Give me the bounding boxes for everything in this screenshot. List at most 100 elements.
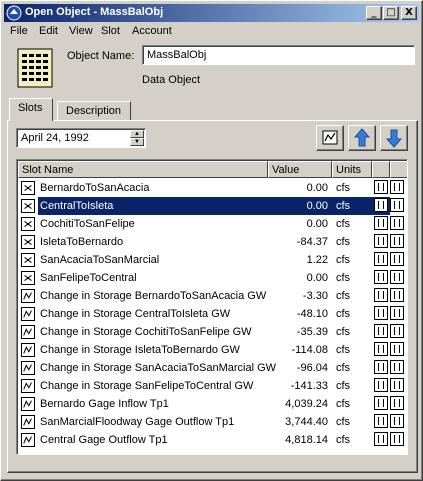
row-action-buttons	[374, 414, 407, 430]
row-open-icon[interactable]	[374, 180, 388, 194]
column-header-blank-1	[372, 161, 390, 178]
table-row[interactable]: CochitiToSanFelipe 0.00 cfs	[18, 215, 404, 233]
slot-units: cfs	[336, 398, 351, 410]
graph-slot-icon	[21, 415, 35, 429]
row-config-icon[interactable]	[390, 378, 404, 392]
column-header-slot-name[interactable]: Slot Name	[18, 161, 268, 178]
slot-units: cfs	[336, 380, 351, 392]
slot-value: -114.08	[291, 344, 329, 356]
menu-bar: File Edit View Slot Account	[4, 23, 419, 41]
slot-name: Change in Storage CochitiToSanFelipe GW	[40, 326, 252, 338]
row-open-icon[interactable]	[374, 216, 388, 230]
table-row[interactable]: SanFelipeToCentral 0.00 cfs	[18, 269, 404, 287]
row-open-icon[interactable]	[374, 378, 388, 392]
row-action-buttons	[374, 432, 407, 448]
row-open-icon[interactable]	[374, 324, 388, 338]
slot-value: 1.22	[306, 254, 328, 266]
row-config-icon[interactable]	[390, 234, 404, 248]
open-object-window: Open Object - MassBalObj _ □ X File Edit…	[0, 0, 423, 481]
date-picker[interactable]: April 24, 1992 ▲ ▼	[16, 128, 146, 148]
table-row[interactable]: Change in Storage BernardoToSanAcacia GW…	[18, 287, 404, 305]
slot-units: cfs	[336, 182, 351, 194]
slot-value: -3.30	[302, 290, 328, 302]
row-open-icon[interactable]	[374, 432, 388, 446]
slot-units: cfs	[336, 272, 351, 284]
row-open-icon[interactable]	[374, 360, 388, 374]
slot-value: -48.10	[296, 308, 328, 320]
object-name-input[interactable]: MassBalObj	[142, 45, 415, 65]
row-action-buttons	[374, 198, 407, 214]
row-config-icon[interactable]	[390, 306, 404, 320]
row-open-icon[interactable]	[374, 414, 388, 428]
table-row[interactable]: Change in Storage IsletaToBernardo GW -11…	[18, 341, 404, 359]
menu-slot[interactable]: Slot	[101, 25, 120, 37]
table-header: Slot Name Value Units	[18, 161, 407, 178]
slot-name: Change in Storage SanFelipeToCentral GW	[40, 380, 254, 392]
row-config-icon[interactable]	[390, 198, 404, 212]
row-open-icon[interactable]	[374, 396, 388, 410]
table-row[interactable]: Central Gage Outflow Tp1 4,818.14 cfs	[18, 431, 404, 449]
row-open-icon[interactable]	[374, 270, 388, 284]
table-row[interactable]: Bernardo Gage Inflow Tp1 4,039.24 cfs	[18, 395, 404, 413]
menu-edit[interactable]: Edit	[39, 25, 58, 37]
move-up-button[interactable]	[348, 125, 376, 151]
series-slot-icon	[21, 235, 35, 249]
row-config-icon[interactable]	[390, 180, 404, 194]
menu-view[interactable]: View	[69, 25, 93, 37]
date-spinner[interactable]: ▲ ▼	[130, 130, 144, 146]
app-icon	[6, 5, 22, 21]
row-config-icon[interactable]	[390, 216, 404, 230]
row-open-icon[interactable]	[374, 234, 388, 248]
row-open-icon[interactable]	[374, 342, 388, 356]
row-config-icon[interactable]	[390, 324, 404, 338]
table-row[interactable]: IsletaToBernardo -84.37 cfs	[18, 233, 404, 251]
title-bar[interactable]: Open Object - MassBalObj _ □ X	[4, 4, 419, 22]
spin-down-icon[interactable]: ▼	[130, 138, 144, 146]
row-open-icon[interactable]	[374, 288, 388, 302]
graph-slot-icon	[21, 325, 35, 339]
slot-units: cfs	[336, 200, 351, 212]
column-header-value[interactable]: Value	[268, 161, 332, 178]
row-config-icon[interactable]	[390, 414, 404, 428]
move-down-button[interactable]	[380, 125, 408, 151]
plot-button[interactable]	[316, 125, 344, 151]
row-open-icon[interactable]	[374, 306, 388, 320]
slot-value: 0.00	[306, 200, 328, 212]
row-config-icon[interactable]	[390, 252, 404, 266]
column-header-units[interactable]: Units	[332, 161, 372, 178]
table-row[interactable]: Change in Storage SanAcaciaToSanMarcial …	[18, 359, 404, 377]
menu-account[interactable]: Account	[132, 25, 172, 37]
row-action-buttons	[374, 306, 407, 322]
row-config-icon[interactable]	[390, 288, 404, 302]
tab-description[interactable]: Description	[57, 101, 131, 121]
tab-slots[interactable]: Slots	[9, 98, 53, 121]
row-config-icon[interactable]	[390, 396, 404, 410]
slot-value: -96.04	[296, 362, 328, 374]
slot-units: cfs	[336, 290, 351, 302]
row-open-icon[interactable]	[374, 198, 388, 212]
row-config-icon[interactable]	[390, 432, 404, 446]
table-row[interactable]: Change in Storage CentralToIsleta GW -48.…	[18, 305, 404, 323]
table-row[interactable]: Change in Storage SanFelipeToCentral GW -…	[18, 377, 404, 395]
spin-up-icon[interactable]: ▲	[130, 130, 144, 138]
row-open-icon[interactable]	[374, 252, 388, 266]
table-row[interactable]: CentralToIsleta 0.00 cfs	[18, 197, 404, 215]
graph-slot-icon	[21, 343, 35, 357]
table-row[interactable]: BernardoToSanAcacia 0.00 cfs	[18, 179, 404, 197]
row-config-icon[interactable]	[390, 342, 404, 356]
minimize-button[interactable]: _	[366, 6, 382, 20]
table-row[interactable]: Change in Storage CochitiToSanFelipe GW -…	[18, 323, 404, 341]
slot-units: cfs	[336, 254, 351, 266]
table-row[interactable]: SanAcaciaToSanMarcial 1.22 cfs	[18, 251, 404, 269]
slot-units: cfs	[336, 308, 351, 320]
row-config-icon[interactable]	[390, 270, 404, 284]
slot-name: Bernardo Gage Inflow Tp1	[40, 398, 169, 410]
slot-units: cfs	[336, 434, 351, 446]
table-row[interactable]: SanMarcialFloodway Gage Outflow Tp1 3,744…	[18, 413, 404, 431]
series-slot-icon	[21, 199, 35, 213]
menu-file[interactable]: File	[10, 25, 28, 37]
close-button[interactable]: X	[401, 6, 417, 20]
graph-slot-icon	[21, 307, 35, 321]
maximize-button[interactable]: □	[383, 6, 399, 20]
row-config-icon[interactable]	[390, 360, 404, 374]
